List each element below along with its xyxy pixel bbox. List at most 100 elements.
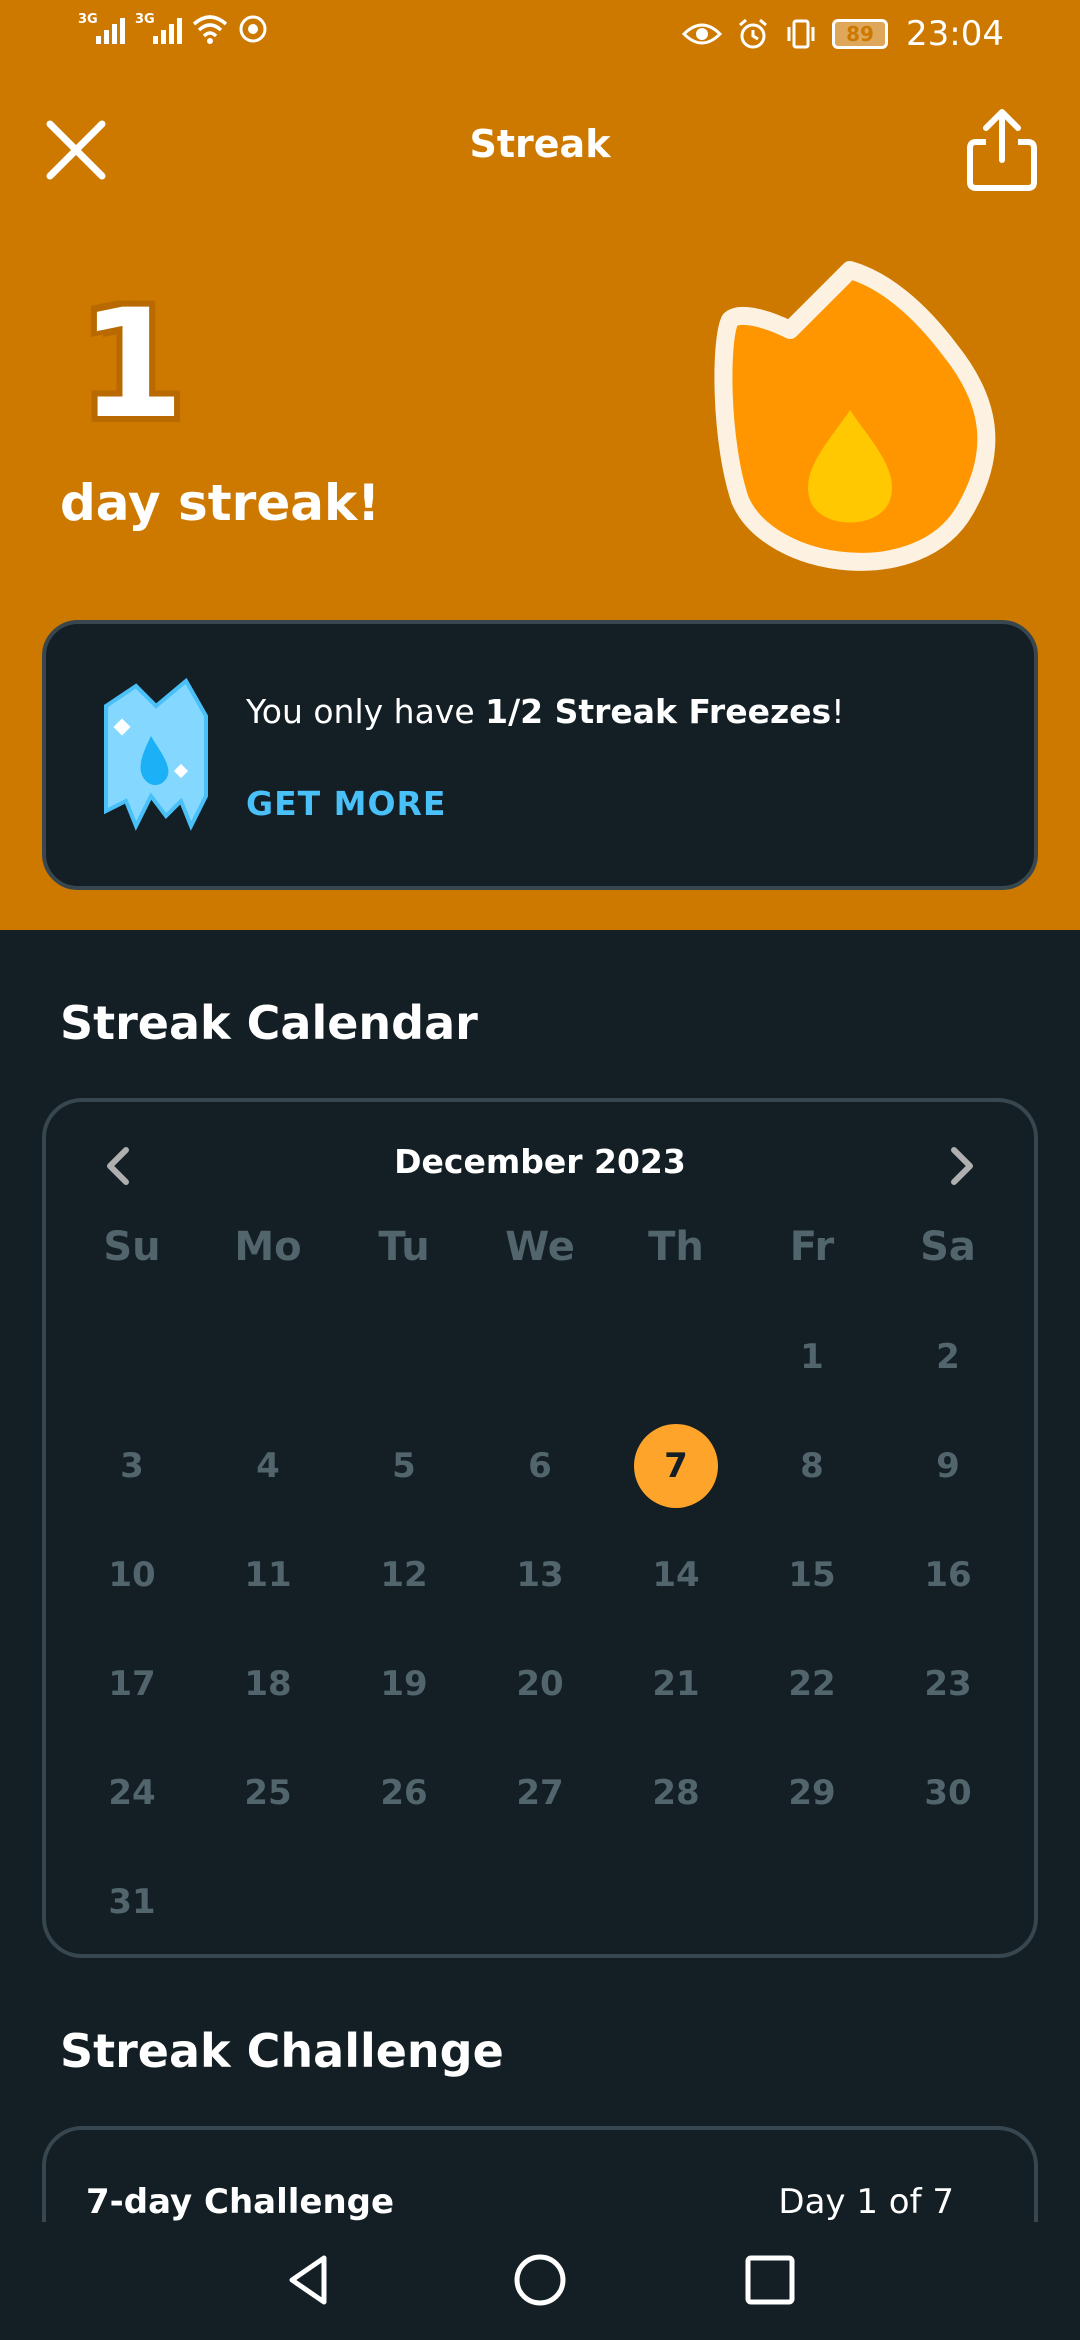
status-right: 89 23:04 <box>682 14 1004 54</box>
signal-icon-2: 3G <box>135 12 182 44</box>
calendar-day-number: 23 <box>924 1663 972 1704</box>
calendar-day-number: 26 <box>380 1772 428 1813</box>
calendar-day-number: 10 <box>108 1554 156 1595</box>
wifi-icon <box>192 15 228 44</box>
calendar-day-number: 6 <box>528 1445 552 1486</box>
calendar-day-number: 28 <box>652 1772 700 1813</box>
system-nav-bar <box>0 2222 1080 2340</box>
calendar-blank <box>472 1302 608 1411</box>
calendar-day: 19 <box>336 1629 472 1738</box>
ice-cube-icon <box>104 677 208 831</box>
calendar-day-number: 3 <box>120 1445 144 1486</box>
calendar-blank <box>200 1302 336 1411</box>
calendar-day: 10 <box>64 1520 200 1629</box>
calendar-day: 26 <box>336 1738 472 1847</box>
calendar-day: 27 <box>472 1738 608 1847</box>
calendar-day-number: 18 <box>244 1663 292 1704</box>
top-bar: Streak <box>0 100 1080 200</box>
calendar-day-number: 14 <box>652 1554 700 1595</box>
sim2-label: 3G <box>135 12 155 27</box>
calendar-day-number: 12 <box>380 1554 428 1595</box>
status-bar: 3G 3G 89 23:04 <box>0 0 1080 72</box>
status-time: 23:04 <box>906 14 1004 54</box>
calendar-days: 1 2 3 4 5 6 7 8 9 10 11 12 13 14 15 16 17 18 19 20 21 22 23 24 2… <box>46 1302 1034 1956</box>
calendar-day: 21 <box>608 1629 744 1738</box>
calendar-day: 2 <box>880 1302 1016 1411</box>
calendar-day-number: 1 <box>800 1336 824 1377</box>
back-icon[interactable] <box>280 2250 340 2310</box>
calendar-day: 24 <box>64 1738 200 1847</box>
battery-icon: 89 <box>832 19 889 49</box>
chevron-right-icon[interactable] <box>942 1144 982 1188</box>
freeze-text-prefix: You only have <box>246 692 486 731</box>
calendar-day-number: 27 <box>516 1772 564 1813</box>
calendar-day: 6 <box>472 1411 608 1520</box>
streak-hero: 3G 3G 89 23:04 Streak 1 day streak! You … <box>0 0 1080 930</box>
weekday-label: Su <box>103 1224 161 1270</box>
calendar-day-number: 5 <box>392 1445 416 1486</box>
calendar-day: 20 <box>472 1629 608 1738</box>
calendar-day: 25 <box>200 1738 336 1847</box>
calendar-day: 15 <box>744 1520 880 1629</box>
home-icon[interactable] <box>510 2250 570 2310</box>
sim1-label: 3G <box>78 12 98 27</box>
calendar-day: 5 <box>336 1411 472 1520</box>
calendar-day: 22 <box>744 1629 880 1738</box>
calendar-day-number: 8 <box>800 1445 824 1486</box>
share-icon[interactable] <box>962 108 1042 192</box>
calendar-blank <box>64 1302 200 1411</box>
calendar-day-number: 2 <box>936 1336 960 1377</box>
calendar-day-number: 16 <box>924 1554 972 1595</box>
calendar-day: 11 <box>200 1520 336 1629</box>
calendar-day-number: 19 <box>380 1663 428 1704</box>
calendar-day-number: 29 <box>788 1772 836 1813</box>
freeze-count: 1/2 Streak Freezes <box>485 692 832 731</box>
calendar-day: 17 <box>64 1629 200 1738</box>
calendar-day: 29 <box>744 1738 880 1847</box>
weekday-label: Th <box>648 1224 704 1270</box>
chrome-icon <box>239 15 267 43</box>
calendar-blank <box>336 1302 472 1411</box>
eye-icon <box>682 23 723 45</box>
weekday-label: Fr <box>789 1224 835 1270</box>
battery-level: 89 <box>846 22 874 46</box>
page-title: Streak <box>469 122 611 166</box>
recents-icon[interactable] <box>740 2250 800 2310</box>
calendar-day: 31 <box>64 1847 200 1956</box>
vibrate-icon <box>787 19 815 49</box>
get-more-button[interactable]: GET MORE <box>246 784 446 823</box>
streak-count: 1 <box>80 278 185 452</box>
calendar-day-number: 7 <box>634 1423 718 1508</box>
signal-icon: 3G <box>78 12 125 44</box>
calendar-day-number: 31 <box>108 1881 156 1922</box>
streak-freeze-card[interactable]: You only have 1/2 Streak Freezes! GET MO… <box>42 620 1038 890</box>
calendar-day: 3 <box>64 1411 200 1520</box>
freeze-text-suffix: ! <box>831 692 845 731</box>
calendar-day: 12 <box>336 1520 472 1629</box>
calendar-day: 1 <box>744 1302 880 1411</box>
freeze-message: You only have 1/2 Streak Freezes! <box>246 692 844 731</box>
calendar-day: 9 <box>880 1411 1016 1520</box>
challenge-section-title: Streak Challenge <box>60 2024 504 2078</box>
calendar-day: 16 <box>880 1520 1016 1629</box>
calendar-day: 8 <box>744 1411 880 1520</box>
challenge-name: 7-day Challenge <box>86 2182 395 2222</box>
calendar-blank <box>608 1302 744 1411</box>
challenge-progress: Day 1 of 7 <box>778 2182 954 2222</box>
status-left: 3G 3G <box>78 12 268 44</box>
calendar-day-number: 25 <box>244 1772 292 1813</box>
calendar-day-number: 4 <box>256 1445 280 1486</box>
calendar-day-number: 21 <box>652 1663 700 1704</box>
weekday-header: Su Mo Tu We Th Fr Sa <box>46 1224 1034 1270</box>
calendar-day-today: 7 <box>608 1411 744 1520</box>
weekday-label: We <box>505 1224 575 1270</box>
calendar-day-number: 30 <box>924 1772 972 1813</box>
calendar-day: 4 <box>200 1411 336 1520</box>
calendar-day-number: 13 <box>516 1554 564 1595</box>
calendar-day: 18 <box>200 1629 336 1738</box>
calendar-day: 30 <box>880 1738 1016 1847</box>
calendar-day: 28 <box>608 1738 744 1847</box>
calendar-day-number: 15 <box>788 1554 836 1595</box>
calendar-day-number: 24 <box>108 1772 156 1813</box>
calendar-day-number: 9 <box>936 1445 960 1486</box>
